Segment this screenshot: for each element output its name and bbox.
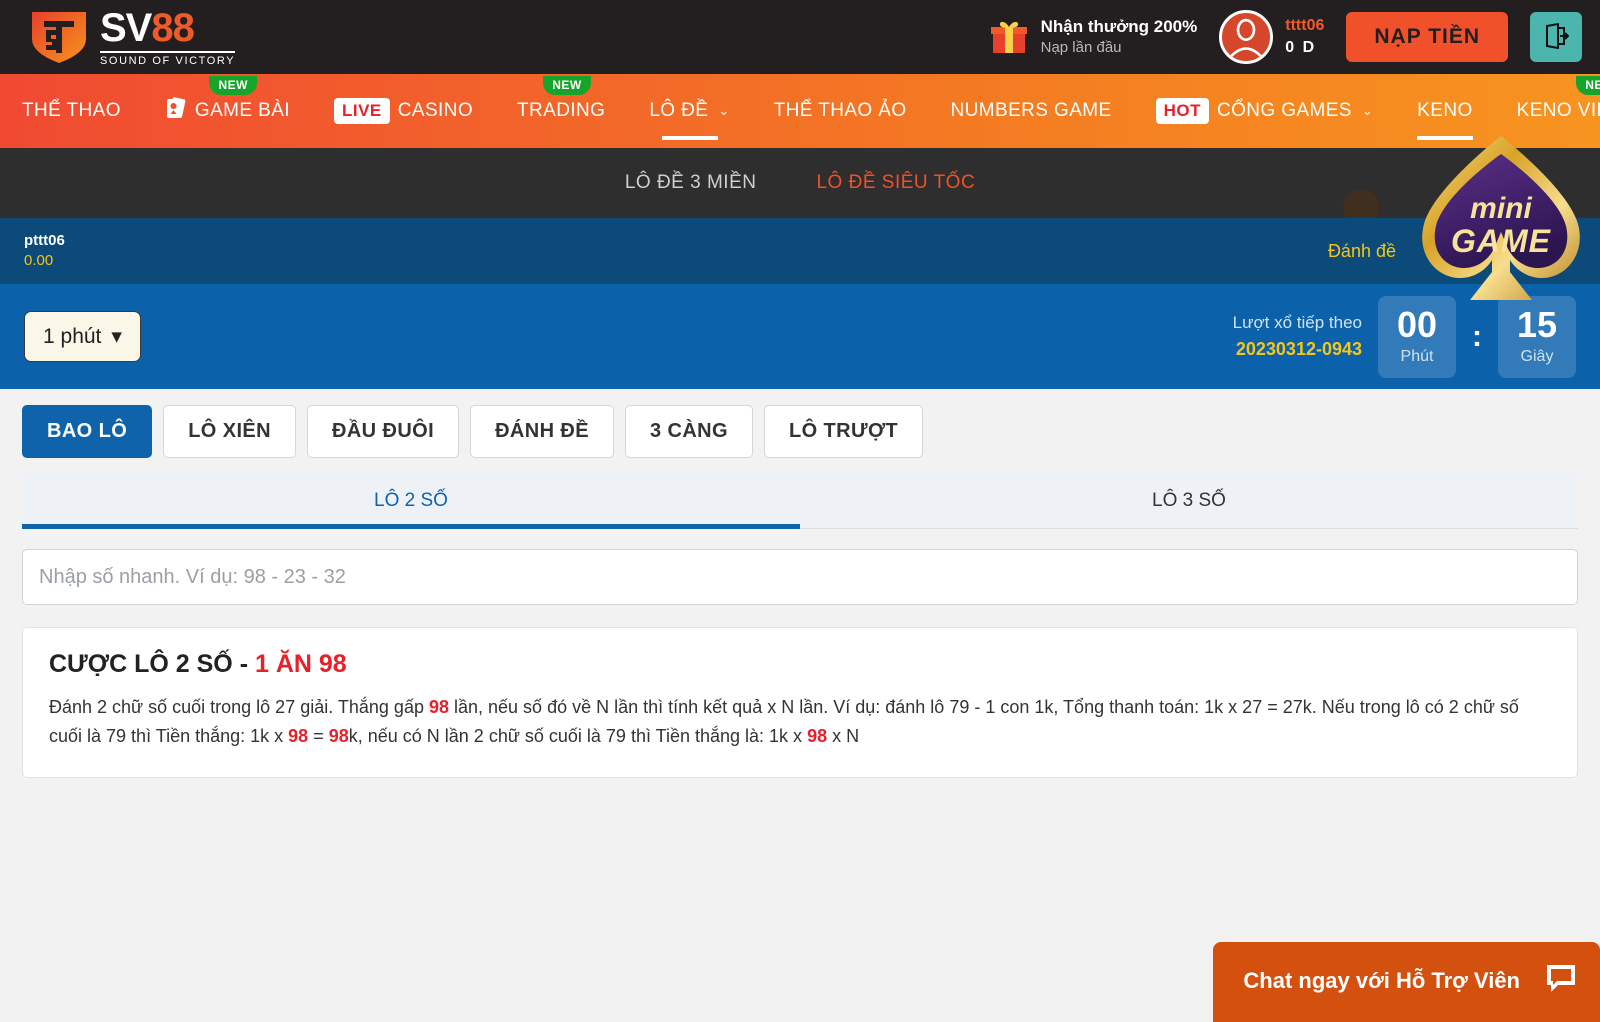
- bet-info-title-prefix: CƯỢC LÔ 2 SỐ -: [49, 650, 255, 678]
- minigame-line1: mini: [1470, 192, 1532, 225]
- user-balance-bar: pttt06 0.00 Đánh đề: [0, 218, 1600, 284]
- chat-support-button[interactable]: Chat ngay với Hỗ Trợ Viên: [1213, 942, 1600, 1022]
- countdown-separator: :: [1472, 319, 1482, 353]
- sub-navigation: LÔ ĐỀ 3 MIỀN LÔ ĐỀ SIÊU TỐC: [0, 148, 1600, 218]
- badge-new: NEW: [209, 76, 257, 95]
- userbar-username: pttt06: [24, 231, 65, 249]
- nav-item-numbers-game[interactable]: NUMBERS GAME: [929, 74, 1134, 148]
- brand-wordmark: SV88 SOUND OF VICTORY: [100, 5, 236, 67]
- sub-tab-lô-3-số[interactable]: LÔ 3 SỐ: [800, 472, 1578, 528]
- chevron-down-icon: ⌄: [718, 103, 730, 118]
- bet-info-highlight: 98: [428, 697, 449, 717]
- nav-item-label: KENO VIETLOTT: [1516, 100, 1600, 121]
- spade-minigame-badge: mini GAME: [1422, 136, 1580, 300]
- nav-item-label: TRADING: [517, 100, 606, 121]
- nav-item-thể-thao-ảo[interactable]: THỂ THAO ẢO: [752, 74, 929, 148]
- main-content: BAO LÔ LÔ XIÊN ĐẦU ĐUÔI ĐÁNH ĐỀ 3 CÀNG LÔ TRƯ…: [0, 389, 1600, 778]
- nav-item-label: NUMBERS GAME: [950, 100, 1112, 121]
- badge-new: NEW: [543, 76, 591, 95]
- user-avatar-icon[interactable]: [1219, 10, 1274, 64]
- nav-item-casino[interactable]: LIVE CASINO: [312, 74, 495, 148]
- lo-sub-tabs: LÔ 2 SỐ LÔ 3 SỐ: [22, 472, 1578, 529]
- badge-new: NEW: [1576, 76, 1600, 95]
- subnav-item-lô-đề-siêu-tốc[interactable]: LÔ ĐỀ SIÊU TỐC: [816, 172, 975, 194]
- quick-entry-section: [0, 529, 1600, 605]
- period-select[interactable]: 1 phút ▾: [24, 311, 141, 362]
- bet-info-text: k, nếu có N lần 2 chữ số cuối là 79 thì …: [348, 725, 808, 746]
- caret-down-icon: ▾: [111, 325, 122, 348]
- bet-info-text: Đánh 2 chữ số cuối trong lô 27 giải. Thắ…: [49, 697, 429, 717]
- bet-type-lô-trượt[interactable]: LÔ TRƯỢT: [763, 405, 924, 458]
- brand-name-main: SV: [100, 5, 152, 50]
- header-right: Nhận thưởng 200% Nạp lần đầu tttt06 0 D …: [990, 10, 1582, 64]
- bet-info-rate: 1 ĂN 98: [254, 650, 347, 678]
- nav-item-label: KENO: [1417, 100, 1473, 121]
- nav-chip-live: LIVE: [333, 98, 390, 124]
- bet-type-tabs: BAO LÔ LÔ XIÊN ĐẦU ĐUÔI ĐÁNH ĐỀ 3 CÀNG LÔ TRƯ…: [0, 389, 1600, 472]
- minigame-badge[interactable]: mini GAME: [1408, 132, 1594, 320]
- nav-item-label: THỂ THAO ẢO: [773, 100, 907, 121]
- bet-type-bao-lô[interactable]: BAO LÔ: [22, 405, 153, 458]
- minigame-line2: GAME: [1451, 223, 1552, 259]
- subnav-item-lô-đề-3-miền[interactable]: LÔ ĐỀ 3 MIỀN: [625, 172, 757, 194]
- nav-item-label: GAME BÀI: [194, 100, 290, 121]
- bet-info-text: =: [308, 725, 329, 746]
- account-summary[interactable]: tttt06 0 D: [1219, 10, 1324, 64]
- brand-logo[interactable]: SV88 SOUND OF VICTORY: [28, 5, 236, 67]
- promo-title: Nhận thưởng 200%: [1040, 17, 1198, 37]
- cards-icon: [165, 96, 187, 126]
- next-draw-id: 20230312-0943: [1235, 338, 1362, 359]
- period-select-value: 1 phút: [43, 324, 102, 348]
- bet-type-lô-xiên[interactable]: LÔ XIÊN: [163, 405, 296, 458]
- top-header: SV88 SOUND OF VICTORY Nhận thưởng 200% N…: [0, 0, 1600, 74]
- sub-tab-lô-2-số[interactable]: LÔ 2 SỐ: [22, 472, 800, 529]
- brand-name-accent: 88: [151, 5, 194, 50]
- nav-item-thể-thao[interactable]: THỂ THAO: [0, 74, 143, 148]
- quick-number-input[interactable]: [22, 549, 1578, 605]
- nav-item-label: THỂ THAO: [22, 100, 121, 121]
- deposit-button[interactable]: NẠP TIỀN: [1346, 12, 1508, 62]
- bet-info-body: Đánh 2 chữ số cuối trong lô 27 giải. Thắ…: [49, 693, 1551, 751]
- bet-info-highlight: 98: [328, 725, 349, 746]
- account-balance: 0 D: [1285, 39, 1317, 56]
- nav-item-trading[interactable]: NEW TRADING: [495, 74, 627, 148]
- nav-item-label: LÔ ĐỀ: [649, 100, 709, 121]
- sv88-shield-logo: [28, 9, 90, 65]
- next-draw-label: Lượt xổ tiếp theo: [1232, 313, 1362, 333]
- countdown-seconds-label: Giây: [1520, 348, 1554, 365]
- gift-icon: [990, 20, 1027, 54]
- logout-icon: [1543, 22, 1570, 52]
- nav-chip-hot: HOT: [1155, 98, 1209, 124]
- bet-type-đầu-đuôi[interactable]: ĐẦU ĐUÔI: [307, 405, 460, 458]
- bet-info-text: x N: [827, 725, 860, 746]
- nav-item-label: CASINO: [397, 100, 474, 121]
- bet-type-3-càng[interactable]: 3 CÀNG: [625, 405, 753, 458]
- promo-banner[interactable]: Nhận thưởng 200% Nạp lần đầu: [990, 16, 1198, 58]
- bet-type-đánh-đề[interactable]: ĐÁNH ĐỀ: [470, 405, 615, 458]
- brand-tagline: SOUND OF VICTORY: [100, 50, 236, 67]
- nav-item-lô-đề[interactable]: LÔ ĐỀ ⌄: [627, 74, 751, 148]
- bet-info-card: CƯỢC LÔ 2 SỐ - 1 ĂN 98 Đánh 2 chữ số cuố…: [22, 627, 1578, 778]
- draw-timer-bar: 1 phút ▾ Lượt xổ tiếp theo 20230312-0943…: [0, 284, 1600, 389]
- chat-bubble-icon: [1544, 962, 1578, 1000]
- main-navigation: THỂ THAO NEW GAME BÀI LIVE CASINO NEW TRADING L…: [0, 74, 1600, 225]
- bet-info-title: CƯỢC LÔ 2 SỐ - 1 ĂN 98: [49, 650, 1551, 679]
- bet-info-highlight: 98: [288, 725, 309, 746]
- bet-info-highlight: 98: [807, 725, 828, 746]
- countdown-minutes-label: Phút: [1400, 348, 1434, 365]
- userbar-balance: 0.00: [24, 252, 54, 269]
- nav-item-label: CỔNG GAMES: [1216, 100, 1352, 121]
- logout-button[interactable]: [1530, 12, 1582, 62]
- chat-label: Chat ngay với Hỗ Trợ Viên: [1243, 968, 1520, 993]
- nav-item-cổng-games[interactable]: HOT CỔNG GAMES ⌄: [1134, 74, 1396, 148]
- nav-item-game-bài[interactable]: NEW GAME BÀI: [143, 74, 312, 148]
- promo-subtitle: Nạp lần đầu: [1040, 39, 1122, 57]
- account-username: tttt06: [1285, 16, 1325, 34]
- chevron-down-icon: ⌄: [1361, 103, 1374, 118]
